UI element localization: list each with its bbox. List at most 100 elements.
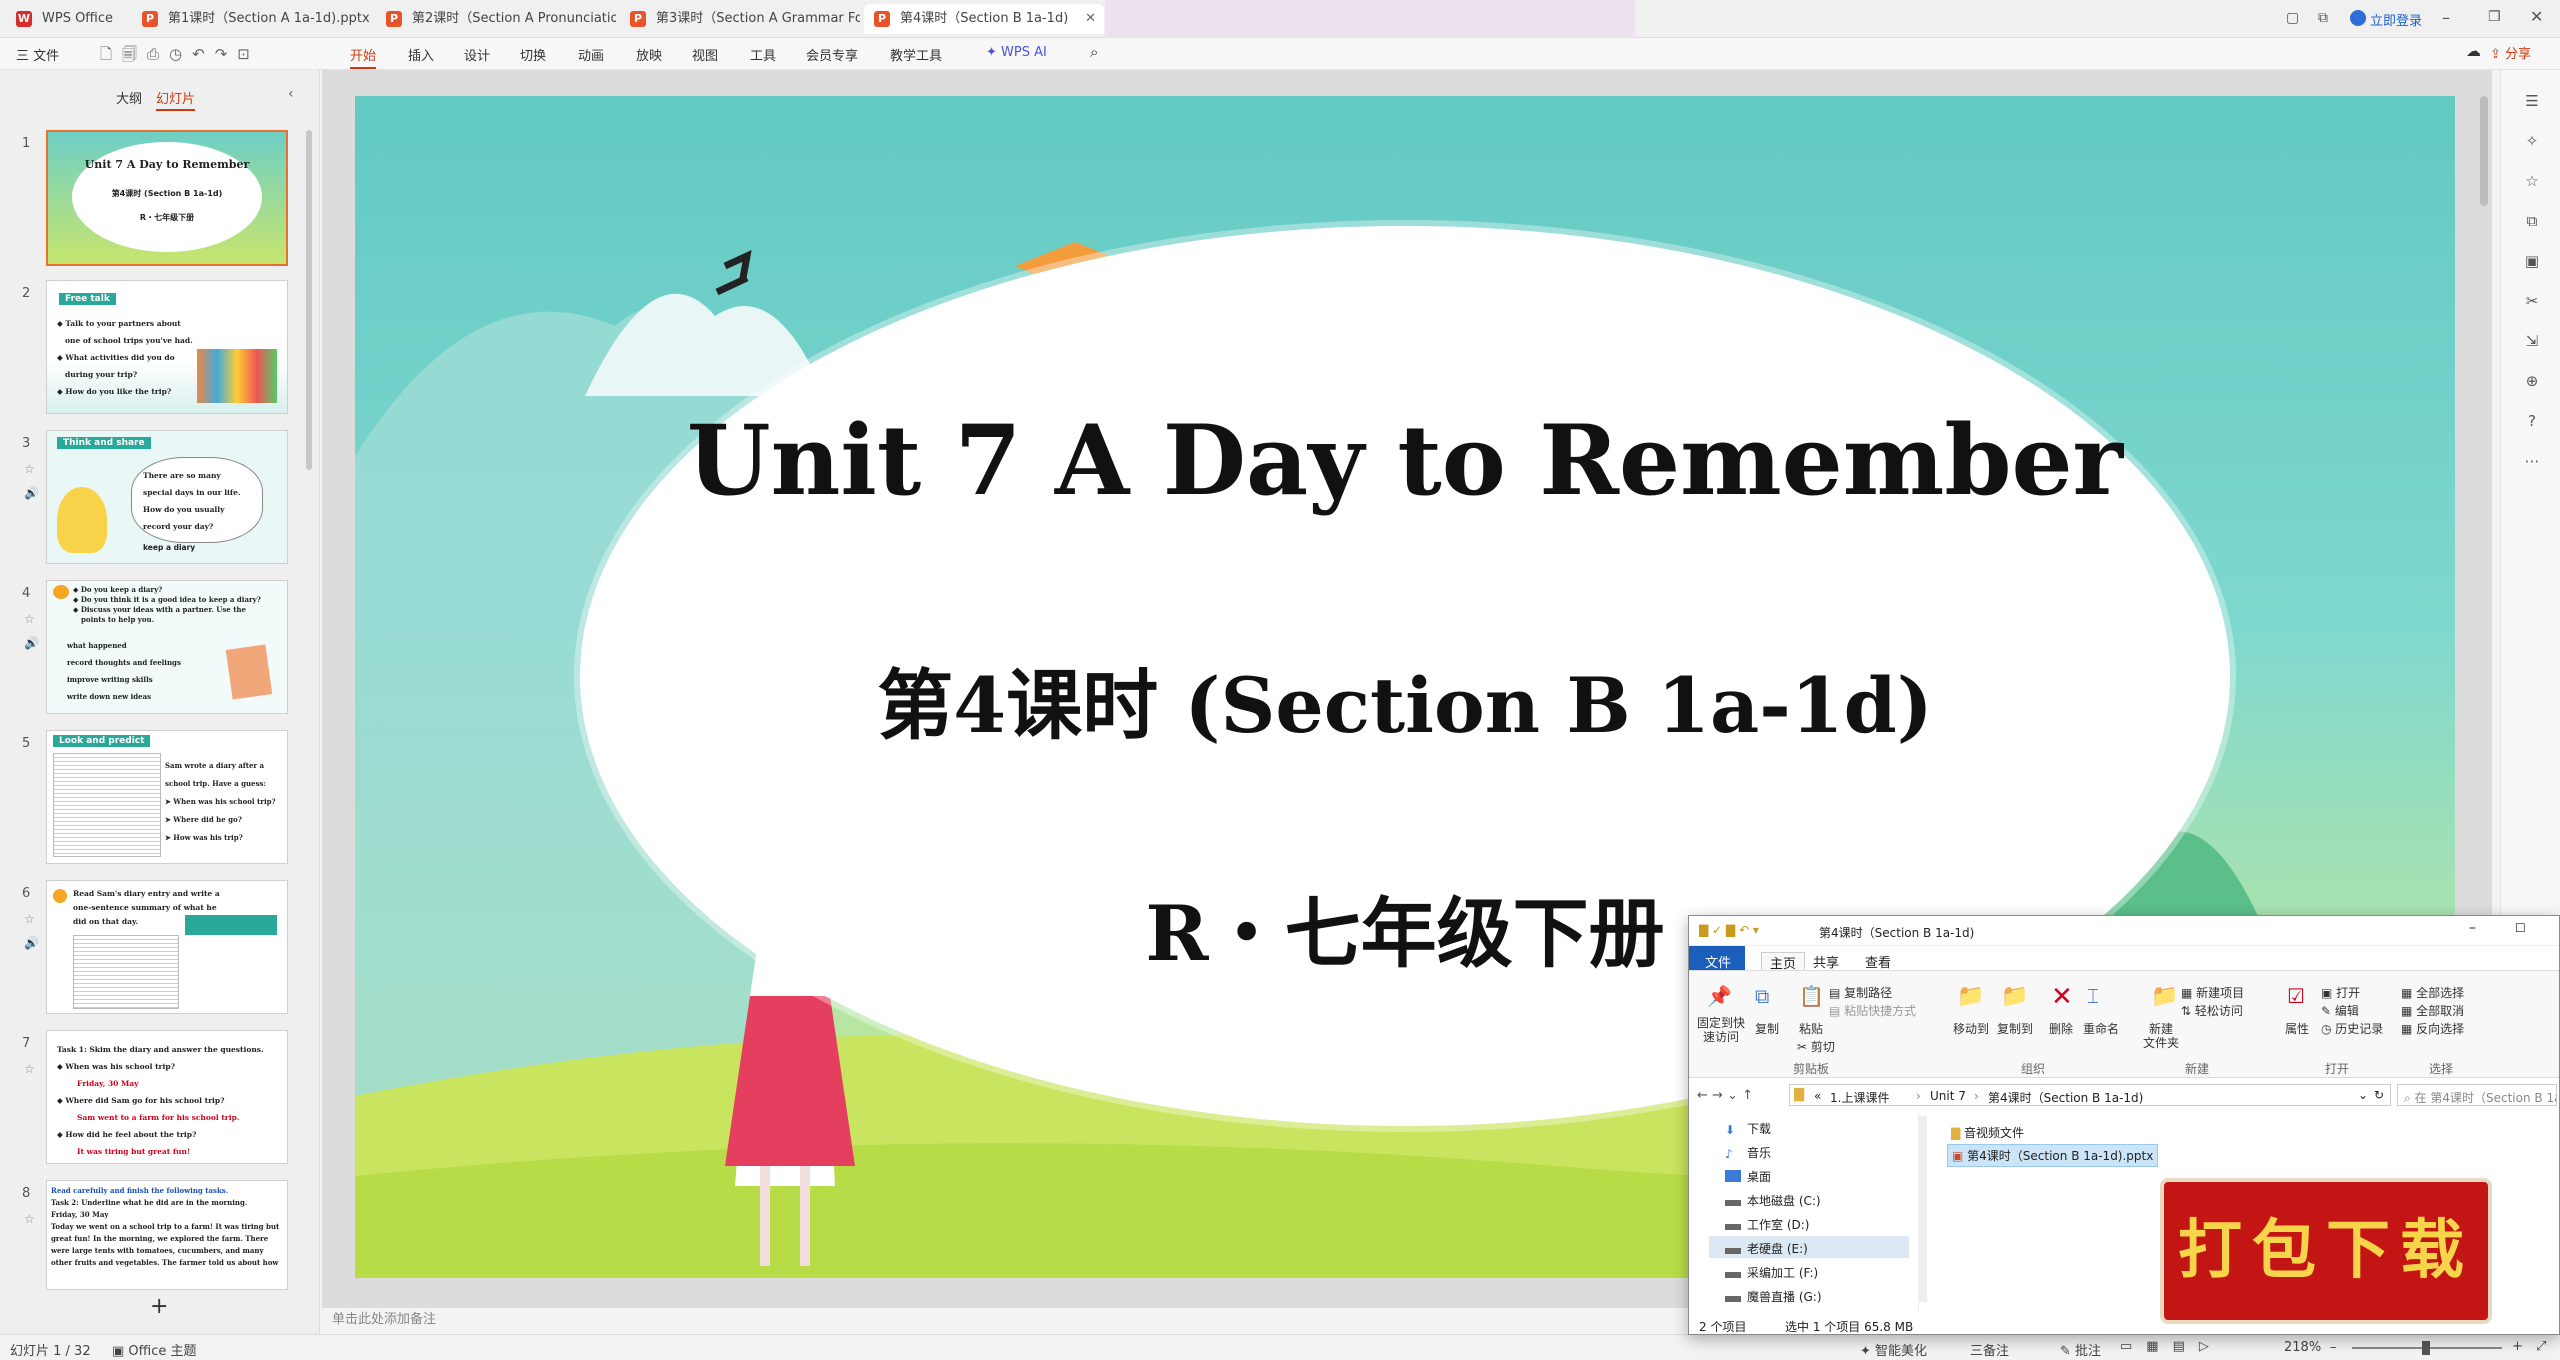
tree-drive-f[interactable]: 采编加工 (F:) xyxy=(1725,1264,1818,1281)
thumb-slide-7[interactable]: Task 1: Skim the diary and answer the qu… xyxy=(46,1030,288,1164)
wps-ai-button[interactable]: ✦ WPS AI xyxy=(986,45,1047,60)
view-mode-icons[interactable]: ▭▦▤▷ xyxy=(2120,1339,2223,1354)
address-dropdown-chevron-icon[interactable]: ⌄ xyxy=(2358,1088,2368,1102)
breadcrumb-overflow[interactable]: « xyxy=(1814,1089,1821,1103)
export-icon[interactable]: ⇲ xyxy=(2523,332,2541,350)
menu-view[interactable]: 视图 xyxy=(692,45,718,64)
thumb-slide-1[interactable]: Unit 7 A Day to Remember 第4课时 (Section B… xyxy=(46,130,288,266)
theme-label[interactable]: ▣ Office 主题 xyxy=(112,1340,197,1359)
easy-access-button[interactable]: ⇅ 轻松访问 xyxy=(2181,1002,2243,1019)
download-package-badge[interactable]: 打包下载 xyxy=(2160,1178,2492,1324)
menu-insert[interactable]: 插入 xyxy=(408,45,434,64)
delete-button[interactable]: 删除 xyxy=(2049,1020,2073,1037)
more-icon[interactable]: ⋯ xyxy=(2523,452,2541,470)
slides-tab[interactable]: 幻灯片 xyxy=(156,88,196,111)
zoom-out-icon[interactable]: – xyxy=(2330,1340,2337,1355)
panel-scrollbar[interactable] xyxy=(306,130,312,470)
menu-animation[interactable]: 动画 xyxy=(578,45,604,64)
tree-drive-c[interactable]: 本地磁盘 (C:) xyxy=(1725,1192,1821,1209)
window-layout-icon[interactable]: ▢ xyxy=(2286,10,2299,26)
tab-lesson-4[interactable]: P 第4课时（Section B 1a-1d) ✕ xyxy=(864,4,1104,34)
share-button[interactable]: ⇪ 分享 xyxy=(2490,43,2531,62)
minimize-icon[interactable]: – xyxy=(2442,8,2450,27)
ribbon-tab-share[interactable]: 共享 xyxy=(1813,952,1839,971)
avatar[interactable] xyxy=(2350,10,2366,26)
help-icon[interactable]: ? xyxy=(2523,412,2541,430)
tree-desktop[interactable]: 桌面 xyxy=(1725,1168,1771,1185)
add-slide-button[interactable]: + xyxy=(150,1294,168,1319)
edit-button[interactable]: ✎ 编辑 xyxy=(2321,1002,2359,1019)
slide-title[interactable]: Unit 7 A Day to Remember xyxy=(355,404,2455,517)
tree-drive-e[interactable]: 老硬盘 (E:) xyxy=(1725,1240,1808,1257)
select-all-button[interactable]: ▦ 全部选择 xyxy=(2401,984,2464,1001)
search-box[interactable]: ⌕ 在 第4课时（Section B 1a-1d) xyxy=(2397,1084,2557,1106)
open-button[interactable]: ▣ 打开 xyxy=(2321,984,2360,1001)
tab-wps-office[interactable]: W WPS Office xyxy=(6,4,126,34)
thumb-slide-2[interactable]: Free talk ◆ Talk to your partners about o… xyxy=(46,280,288,414)
zoom-in-icon[interactable]: + xyxy=(2512,1339,2523,1354)
close-window-icon[interactable]: ✕ xyxy=(2530,7,2543,26)
file-menu[interactable]: 三 文件 xyxy=(16,45,59,64)
maximize-icon[interactable]: ☐ xyxy=(2515,921,2526,935)
comment-button[interactable]: ✎ 批注 xyxy=(2060,1340,2101,1359)
search-icon[interactable]: ⌕ xyxy=(1090,43,1098,61)
tree-music[interactable]: ♪ 音乐 xyxy=(1725,1144,1771,1161)
menu-slideshow[interactable]: 放映 xyxy=(636,45,662,64)
property-icon[interactable]: ☰ xyxy=(2523,92,2541,110)
fit-window-icon[interactable]: ⤢ xyxy=(2536,1339,2546,1354)
breadcrumb-lessons[interactable]: 1.上课课件 xyxy=(1830,1089,1889,1106)
copy-to-button[interactable]: 复制到 xyxy=(1997,1020,2033,1037)
file-item-media-folder[interactable]: ▇ 音视频文件 xyxy=(1951,1124,2024,1141)
menu-member[interactable]: 会员专享 xyxy=(806,45,858,64)
cut-button[interactable]: ✂ 剪切 xyxy=(1797,1038,1835,1055)
canvas-scrollbar[interactable] xyxy=(2480,96,2488,206)
login-link[interactable]: 立即登录 xyxy=(2370,10,2422,29)
tree-drive-g[interactable]: 魔兽直播 (G:) xyxy=(1725,1288,1822,1305)
tab-lesson-1[interactable]: P 第1课时（Section A 1a-1d).pptx xyxy=(132,4,372,34)
minimize-icon[interactable]: – xyxy=(2469,920,2476,936)
address-bar[interactable]: ▇ « 1.上课课件 › Unit 7 › 第4课时（Section B 1a-… xyxy=(1789,1084,2391,1106)
notes-button[interactable]: 三备注 xyxy=(1970,1340,2009,1359)
cut-icon[interactable]: ✂ xyxy=(2523,292,2541,310)
nav-back-forward-up-icons[interactable]: ← → ⌄ ↑ xyxy=(1697,1088,1753,1103)
menu-start[interactable]: 开始 xyxy=(350,45,377,69)
copy-icon[interactable]: ⧉ xyxy=(2523,212,2541,230)
ribbon-tab-view[interactable]: 查看 xyxy=(1865,952,1891,971)
star-icon[interactable]: ☆ xyxy=(2523,172,2541,190)
menu-design[interactable]: 设计 xyxy=(464,45,490,64)
notes-placeholder[interactable]: 单击此处添加备注 xyxy=(332,1308,436,1327)
rename-button[interactable]: 重命名 xyxy=(2083,1020,2119,1037)
select-none-button[interactable]: ▦ 全部取消 xyxy=(2401,1002,2464,1019)
tree-downloads[interactable]: ⬇ 下载 xyxy=(1725,1120,1771,1137)
tree-drive-d[interactable]: 工作室 (D:) xyxy=(1725,1216,1809,1233)
fullscreen-icon[interactable]: ⧉ xyxy=(2318,10,2328,26)
menu-tools[interactable]: 工具 xyxy=(750,45,776,64)
smart-beautify-button[interactable]: ✦ 智能美化 xyxy=(1860,1340,1927,1359)
menu-transition[interactable]: 切换 xyxy=(520,45,546,64)
restore-icon[interactable]: ❐ xyxy=(2488,9,2501,25)
animation-icon[interactable]: ✧ xyxy=(2523,132,2541,150)
thumb-slide-8[interactable]: Read carefully and finish the following … xyxy=(46,1180,288,1290)
collapse-panel-chevron-icon[interactable]: ‹ xyxy=(288,86,294,102)
thumb-slide-6[interactable]: Read Sam's diary entry and write a one-se… xyxy=(46,880,288,1014)
refresh-icon[interactable]: ↻ xyxy=(2374,1088,2384,1102)
ribbon-tab-home[interactable]: 主页 xyxy=(1761,952,1806,972)
paste-button[interactable]: 粘贴 xyxy=(1799,1020,1823,1037)
image-icon[interactable]: ▣ xyxy=(2523,252,2541,270)
properties-button[interactable]: 属性 xyxy=(2285,1020,2309,1037)
thumb-slide-5[interactable]: Look and predict Sam wrote a diary after… xyxy=(46,730,288,864)
move-to-button[interactable]: 移动到 xyxy=(1953,1020,1989,1037)
zoom-slider-handle[interactable] xyxy=(2422,1341,2430,1355)
folder-quick-icons[interactable]: ▇ ✓ ▇ ↶ ▾ xyxy=(1699,923,1759,937)
copy-path-button[interactable]: ▤ 复制路径 xyxy=(1829,984,1892,1001)
history-button[interactable]: ◷ 历史记录 xyxy=(2321,1020,2383,1037)
slide-subtitle[interactable]: 第4课时 (Section B 1a-1d) xyxy=(355,644,2455,754)
file-item-pptx[interactable]: ▣ 第4课时（Section B 1a-1d).pptx xyxy=(1947,1144,2159,1167)
new-item-button[interactable]: ▦ 新建项目 xyxy=(2181,984,2244,1001)
menu-teaching-tools[interactable]: 教学工具 xyxy=(890,45,942,64)
outline-tab[interactable]: 大纲 xyxy=(116,88,142,107)
copy-button[interactable]: 复制 xyxy=(1755,1020,1779,1037)
tab-lesson-2[interactable]: P 第2课时（Section A Pronunciation xyxy=(376,4,616,34)
breadcrumb-current[interactable]: 第4课时（Section B 1a-1d) xyxy=(1988,1089,2143,1106)
tree-scrollbar[interactable] xyxy=(1919,1116,1927,1302)
